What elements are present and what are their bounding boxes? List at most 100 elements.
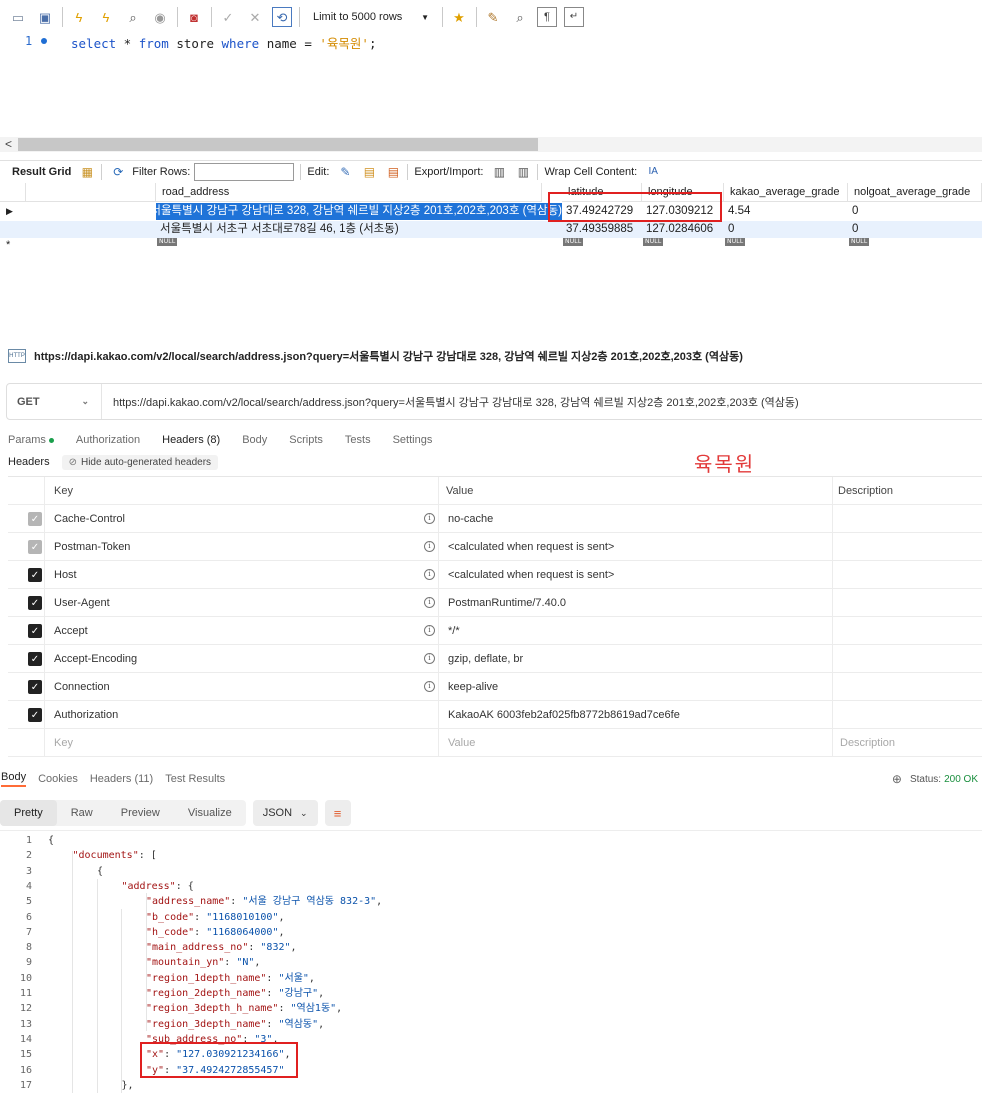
- scroll-thumb[interactable]: [18, 138, 538, 151]
- invisible-chars-icon[interactable]: ¶: [537, 7, 557, 27]
- delete-row-icon[interactable]: ▤: [385, 164, 401, 180]
- info-icon[interactable]: i: [424, 681, 435, 692]
- checkbox[interactable]: ✓: [28, 652, 42, 666]
- import-icon[interactable]: ▥: [515, 164, 531, 180]
- resp-tab-headers[interactable]: Headers (11): [90, 773, 153, 785]
- format-pretty[interactable]: Pretty: [0, 800, 57, 826]
- header-value[interactable]: PostmanRuntime/7.40.0: [448, 589, 566, 617]
- sql-editor[interactable]: 1 select * from store where name = '육목원'…: [0, 31, 982, 137]
- url-input[interactable]: https://dapi.kakao.com/v2/local/search/a…: [102, 394, 799, 410]
- column-header[interactable]: nolgoat_average_grade: [848, 183, 982, 202]
- header-value[interactable]: KakaoAK 6003feb2af025fb8772b8619ad7ce6fe: [448, 701, 680, 729]
- editor-scrollbar[interactable]: <: [0, 137, 982, 152]
- format-visualize[interactable]: Visualize: [174, 800, 246, 826]
- explain-icon[interactable]: ⌕: [123, 7, 143, 27]
- wrap-lines-icon[interactable]: ↵: [564, 7, 584, 27]
- header-value[interactable]: keep-alive: [448, 673, 498, 701]
- checkbox[interactable]: ✓: [28, 596, 42, 610]
- scroll-left-icon[interactable]: <: [5, 137, 12, 151]
- table-row[interactable]: ▶ 서울특별시 강남구 강남대로 328, 강남역 쉐르빌 지상2층 201호,…: [0, 203, 982, 220]
- format-type-select[interactable]: JSON ⌄: [252, 800, 318, 826]
- header-value[interactable]: <calculated when request is sent>: [448, 533, 614, 561]
- table-row[interactable]: ✓ Postman-Token i <calculated when request …: [8, 533, 982, 561]
- table-row[interactable]: 서울특별시 서초구 서초대로78길 46, 1층 (서초동) 37.493598…: [0, 221, 982, 238]
- save-icon[interactable]: ▣: [35, 7, 55, 27]
- format-raw[interactable]: Raw: [57, 800, 107, 826]
- nolgoat-grade-cell[interactable]: 0: [848, 203, 982, 220]
- edit-row-icon[interactable]: ✎: [337, 164, 353, 180]
- checkbox[interactable]: ✓: [28, 680, 42, 694]
- info-icon[interactable]: i: [424, 569, 435, 580]
- road-address-cell[interactable]: 서울특별시 강남구 강남대로 328, 강남역 쉐르빌 지상2층 201호,20…: [156, 203, 562, 220]
- header-key[interactable]: Postman-Token: [54, 533, 130, 561]
- table-row[interactable]: ✓ Cache-Control i no-cache: [8, 505, 982, 533]
- tab-scripts[interactable]: Scripts: [289, 434, 323, 446]
- checkbox[interactable]: ✓: [28, 624, 42, 638]
- info-icon[interactable]: i: [424, 541, 435, 552]
- tab-params[interactable]: Params: [8, 434, 54, 446]
- kakao-grade-cell[interactable]: 0: [724, 221, 848, 238]
- column-header[interactable]: road_address: [156, 183, 542, 202]
- wrap-text-button[interactable]: ≡: [324, 800, 351, 826]
- add-row-icon[interactable]: ▤: [361, 164, 377, 180]
- execute-icon[interactable]: ϟ: [69, 7, 89, 27]
- header-key[interactable]: Host: [54, 561, 77, 589]
- header-value[interactable]: no-cache: [448, 505, 493, 533]
- tab-authorization[interactable]: Authorization: [76, 434, 140, 446]
- toggle-error-icon[interactable]: ◙: [184, 7, 204, 27]
- placeholder-value[interactable]: Value: [448, 729, 475, 757]
- table-row[interactable]: ✓ Authorization KakaoAK 6003feb2af025fb877…: [8, 701, 982, 729]
- rollback-icon[interactable]: ✕: [245, 7, 265, 27]
- filter-rows-input[interactable]: [194, 162, 295, 181]
- tab-settings[interactable]: Settings: [393, 434, 433, 446]
- limit-rows-select[interactable]: Limit to 5000 rows ▼: [306, 7, 434, 27]
- placeholder-key[interactable]: Key: [54, 729, 73, 757]
- header-value[interactable]: gzip, deflate, br: [448, 645, 523, 673]
- execute-current-icon[interactable]: ϟ: [96, 7, 116, 27]
- result-grid-tab[interactable]: Result Grid: [12, 166, 71, 178]
- header-key[interactable]: Accept-Encoding: [54, 645, 137, 673]
- add-snippet-icon[interactable]: ★: [449, 7, 469, 27]
- format-preview[interactable]: Preview: [107, 800, 174, 826]
- resp-tab-cookies[interactable]: Cookies: [38, 773, 78, 785]
- info-icon[interactable]: i: [424, 513, 435, 524]
- checkbox[interactable]: ✓: [28, 708, 42, 722]
- commit-icon[interactable]: ✓: [218, 7, 238, 27]
- hide-auto-headers-button[interactable]: ⊘ Hide auto-generated headers: [61, 454, 219, 470]
- table-row[interactable]: ✓ Connection i keep-alive: [8, 673, 982, 701]
- header-key[interactable]: Cache-Control: [54, 505, 125, 533]
- header-value[interactable]: <calculated when request is sent>: [448, 561, 614, 589]
- beautify-icon[interactable]: ✎: [483, 7, 503, 27]
- header-value[interactable]: */*: [448, 617, 460, 645]
- header-key[interactable]: Authorization: [54, 701, 118, 729]
- column-header[interactable]: kakao_average_grade: [724, 183, 848, 202]
- wrap-cell-icon[interactable]: IA: [645, 164, 661, 180]
- open-folder-icon[interactable]: ▭: [8, 7, 28, 27]
- placeholder-description[interactable]: Description: [840, 729, 895, 757]
- globe-icon[interactable]: ⊕: [892, 772, 902, 786]
- road-address-cell[interactable]: 서울특별시 서초구 서초대로78길 46, 1층 (서초동): [156, 221, 562, 238]
- new-row[interactable]: * NULL NULL NULL NULL NULL: [0, 238, 982, 256]
- kakao-grade-cell[interactable]: 4.54: [724, 203, 848, 220]
- grid-icon[interactable]: ▦: [79, 164, 95, 180]
- header-key[interactable]: Connection: [54, 673, 110, 701]
- method-select[interactable]: GET ⌄: [7, 384, 102, 419]
- header-key[interactable]: User-Agent: [54, 589, 110, 617]
- tab-headers[interactable]: Headers (8): [162, 434, 220, 446]
- latitude-cell[interactable]: 37.49359885: [562, 221, 642, 238]
- tab-body[interactable]: Body: [242, 434, 267, 446]
- info-icon[interactable]: i: [424, 597, 435, 608]
- new-header-row[interactable]: Key Value Description: [8, 729, 982, 757]
- request-title-url[interactable]: https://dapi.kakao.com/v2/local/search/a…: [34, 348, 743, 364]
- header-key[interactable]: Accept: [54, 617, 88, 645]
- longitude-cell[interactable]: 127.0284606: [642, 221, 724, 238]
- checkbox[interactable]: ✓: [28, 512, 42, 526]
- tab-tests[interactable]: Tests: [345, 434, 371, 446]
- autocommit-icon[interactable]: ⟲: [272, 7, 292, 27]
- export-icon[interactable]: ▥: [491, 164, 507, 180]
- resp-tab-test-results[interactable]: Test Results: [165, 773, 225, 785]
- table-row[interactable]: ✓ Accept-Encoding i gzip, deflate, br: [8, 645, 982, 673]
- find-icon[interactable]: ⌕: [510, 7, 530, 27]
- checkbox[interactable]: ✓: [28, 540, 42, 554]
- info-icon[interactable]: i: [424, 653, 435, 664]
